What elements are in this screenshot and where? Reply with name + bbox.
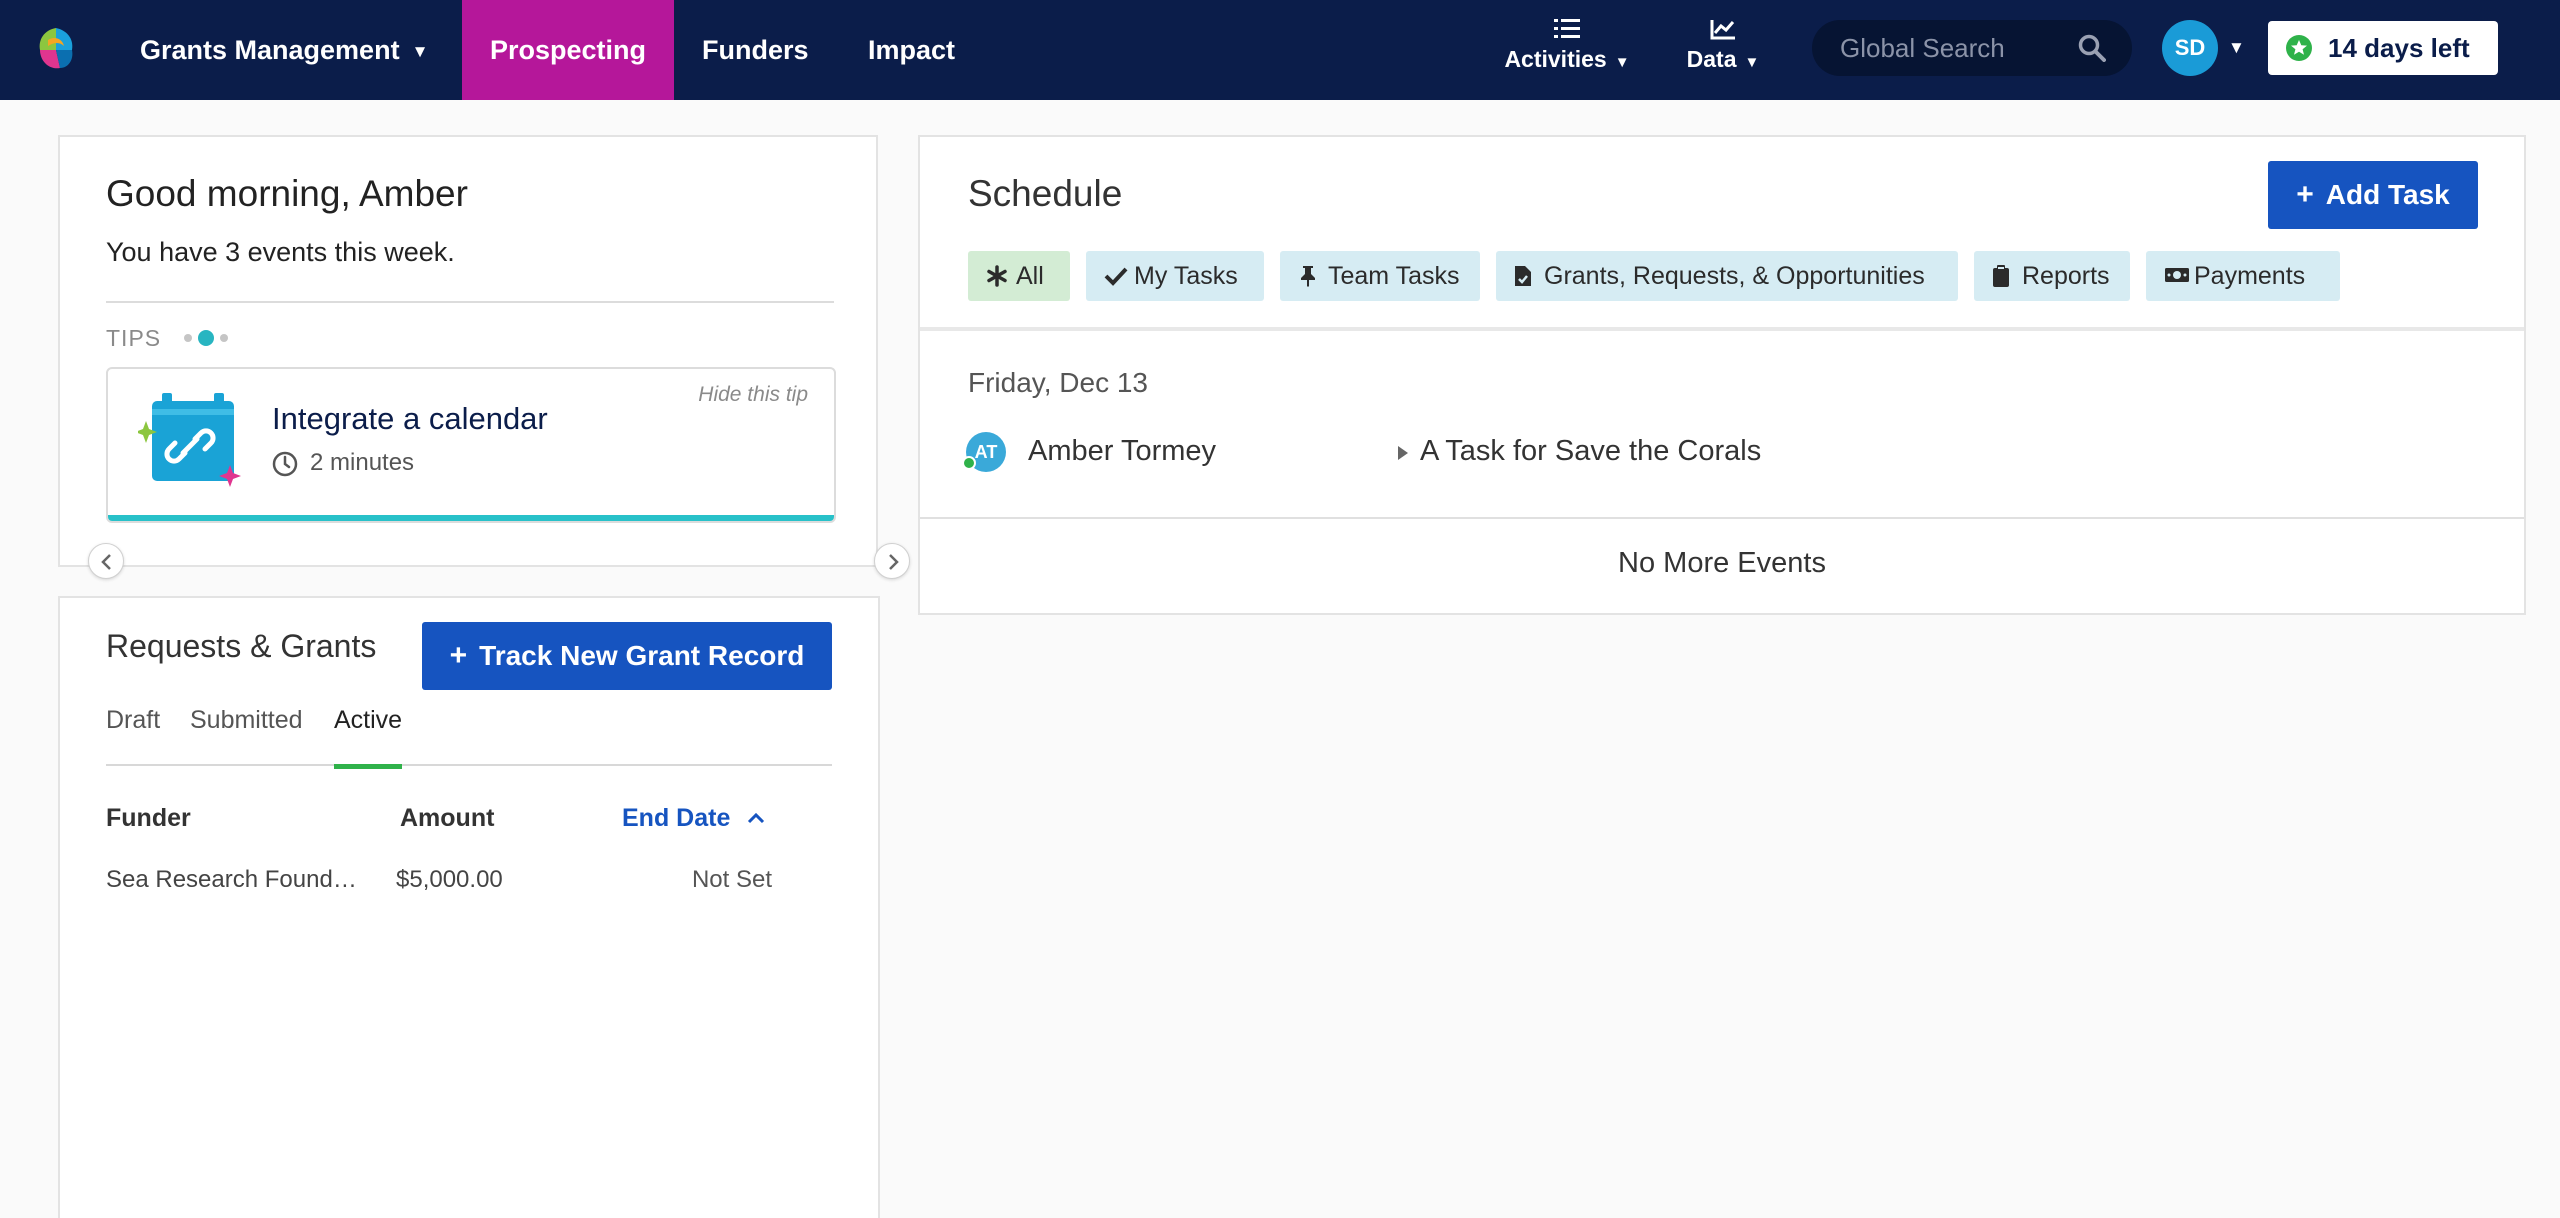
tip-next-button[interactable]: [874, 543, 910, 579]
divider: [920, 517, 2524, 519]
event-person-name[interactable]: Amber Tormey: [1028, 435, 1216, 468]
tip-duration-label: 2 minutes: [310, 449, 415, 476]
app-logo-icon[interactable]: [30, 24, 82, 76]
tab-draft[interactable]: Draft: [106, 706, 160, 764]
filter-reports-label: Reports: [2022, 262, 2110, 290]
checkmark-icon: [1104, 267, 1128, 286]
event-task-label: A Task for Save the Corals: [1420, 435, 1762, 467]
clipboard-icon: [1993, 265, 2009, 287]
sort-ascending-icon: [748, 812, 765, 824]
pushpin-icon: [1301, 266, 1315, 287]
add-task-label: Add Task: [2325, 179, 2450, 210]
column-header-end-date[interactable]: End Date: [622, 804, 765, 833]
table-row-amount: $5,000.00: [396, 866, 503, 893]
filter-payments[interactable]: Payments: [2146, 251, 2340, 301]
event-user-initials: AT: [974, 442, 998, 462]
nav-funders-label: Funders: [702, 35, 809, 65]
trial-days-badge[interactable]: 14 days left: [2268, 21, 2498, 75]
global-search-input[interactable]: [1840, 20, 2070, 76]
nav-impact-label: Impact: [868, 35, 956, 65]
schedule-card: Schedule + Add Task All My Tasks Team Tas…: [918, 135, 2526, 615]
nav-grants-management[interactable]: Grants Management ▼: [140, 0, 428, 100]
track-new-grant-button[interactable]: + Track New Grant Record: [422, 622, 832, 690]
hide-tip-link[interactable]: Hide this tip: [698, 383, 808, 407]
line-chart-icon: [1710, 20, 1735, 40]
nav-activities[interactable]: Activities ▼: [1500, 14, 1634, 86]
nav-funders[interactable]: Funders: [702, 0, 809, 100]
greeting-subtitle: You have 3 events this week.: [106, 237, 455, 267]
schedule-title: Schedule: [968, 173, 1123, 214]
nav-activities-label: Activities: [1504, 46, 1607, 72]
filter-team-tasks-label: Team Tasks: [1328, 262, 1460, 290]
table-row-funder[interactable]: Sea Research Foundation: [106, 866, 368, 894]
caret-right-icon: [1398, 446, 1408, 460]
tips-dot[interactable]: [220, 334, 228, 342]
divider: [106, 301, 834, 303]
tab-active[interactable]: Active: [334, 706, 403, 769]
tip-card[interactable]: Hide this tip Integrate a calendar 2 min…: [106, 367, 836, 523]
track-new-grant-label: Track New Grant Record: [479, 640, 805, 671]
nav-data-label: Data: [1686, 46, 1737, 72]
filter-grants-requests-opportunities[interactable]: Grants, Requests, & Opportunities: [1496, 251, 1958, 301]
plus-icon: +: [2296, 178, 2314, 211]
chevron-down-icon: ▼: [1744, 54, 1760, 71]
table-row-end-date: Not Set: [691, 866, 772, 893]
event-user-avatar: AT: [962, 432, 1006, 472]
filter-payments-label: Payments: [2194, 262, 2306, 290]
nav-grants-management-label: Grants Management: [140, 35, 400, 65]
chevron-down-icon: ▼: [411, 42, 429, 61]
star-badge-icon: [2286, 35, 2312, 61]
top-navbar: Grants Management ▼ Prospecting Funders I…: [0, 0, 2560, 100]
clock-icon: [272, 451, 298, 477]
column-header-funder[interactable]: Funder: [106, 804, 191, 833]
filter-grants-label: Grants, Requests, & Opportunities: [1544, 262, 1925, 290]
chevron-down-icon: ▼: [1614, 54, 1630, 71]
schedule-date-heading: Friday, Dec 13: [968, 367, 1148, 398]
calendar-link-icon: [138, 393, 241, 487]
tip-progress-bar: [108, 515, 834, 521]
nav-data[interactable]: Data ▼: [1680, 14, 1766, 86]
filter-my-tasks-label: My Tasks: [1134, 262, 1238, 290]
tips-dot[interactable]: [184, 334, 192, 342]
nav-prospecting-label: Prospecting: [489, 35, 647, 65]
filter-my-tasks[interactable]: My Tasks: [1086, 251, 1264, 301]
no-more-events-label: No More Events: [1618, 547, 1826, 579]
user-initials: SD: [2174, 35, 2206, 60]
filter-all-label: All: [1016, 262, 1044, 290]
chevron-left-icon: [101, 554, 111, 570]
money-bill-icon: [2165, 268, 2189, 282]
tips-label: TIPS: [106, 325, 162, 351]
tip-previous-button[interactable]: [88, 543, 124, 579]
end-date-label: End Date: [622, 804, 731, 832]
asterisk-icon: [987, 265, 1007, 287]
tab-submitted[interactable]: Submitted: [190, 706, 303, 764]
global-search[interactable]: [1812, 20, 2132, 76]
user-avatar[interactable]: SD: [2162, 20, 2218, 76]
requests-grants-card: Requests & Grants + Track New Grant Recor…: [58, 596, 880, 1218]
add-task-button[interactable]: + Add Task: [2268, 161, 2478, 229]
chevron-down-icon[interactable]: ▼: [2228, 38, 2245, 58]
nav-prospecting[interactable]: Prospecting: [462, 0, 674, 100]
requests-grants-title: Requests & Grants: [106, 628, 377, 664]
plus-icon: +: [449, 639, 468, 672]
trial-days-label: 14 days left: [2328, 33, 2470, 63]
chevron-right-icon: [889, 554, 899, 570]
filter-reports[interactable]: Reports: [1974, 251, 2130, 301]
greeting-card: Good morning, Amber You have 3 events th…: [58, 135, 910, 579]
greeting-title: Good morning, Amber: [106, 173, 468, 214]
tips-dot-active[interactable]: [198, 330, 214, 346]
divider: [920, 327, 2524, 331]
filter-team-tasks[interactable]: Team Tasks: [1280, 251, 1480, 301]
column-header-amount[interactable]: Amount: [400, 804, 494, 833]
online-status-indicator: [962, 456, 976, 470]
requests-tabs: Draft Submitted Active: [106, 706, 832, 769]
document-check-icon: [1515, 266, 1531, 286]
nav-impact[interactable]: Impact: [868, 0, 955, 100]
list-icon: [1554, 19, 1580, 38]
tip-title: Integrate a calendar: [272, 401, 548, 436]
search-icon[interactable]: [2078, 34, 2106, 62]
filter-all[interactable]: All: [968, 251, 1070, 301]
